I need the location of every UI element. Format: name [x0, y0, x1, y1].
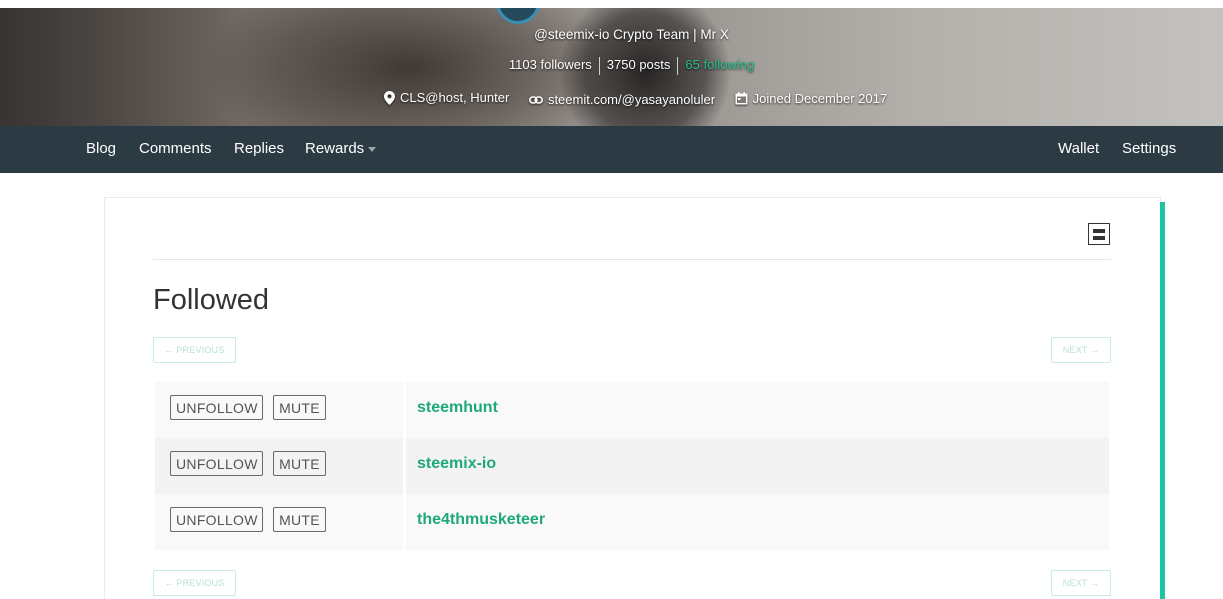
followers-count[interactable]: 1103 followers: [502, 57, 599, 72]
following-link[interactable]: 65 following: [678, 57, 761, 72]
nav-rewards[interactable]: Rewards: [305, 140, 377, 157]
link-icon: [528, 95, 543, 104]
joined-text: Joined December 2017: [752, 90, 888, 106]
list-item: UNFOLLOW MUTE steemix-io: [155, 438, 1109, 494]
page-title: Followed: [153, 284, 270, 316]
unfollow-button[interactable]: UNFOLLOW: [170, 395, 263, 420]
nav-replies[interactable]: Replies: [234, 140, 284, 157]
profile-meta: CLS@host, Hunter steemit.com/@yasayanolu…: [384, 90, 903, 108]
mute-button[interactable]: MUTE: [273, 395, 326, 420]
calendar-icon: [735, 91, 748, 104]
nav-settings[interactable]: Settings: [1122, 140, 1176, 157]
location-pin-icon: [384, 90, 395, 105]
next-button-bottom[interactable]: NEXT →: [1051, 570, 1111, 596]
nav-rewards-label: Rewards: [305, 140, 365, 157]
profile-tagline: @steemix-io Crypto Team | Mr X: [534, 27, 729, 42]
unfollow-button[interactable]: UNFOLLOW: [170, 507, 263, 532]
followed-list: UNFOLLOW MUTE steemhunt UNFOLLOW MUTE st…: [155, 382, 1109, 550]
previous-button-bottom[interactable]: ← PREVIOUS: [153, 570, 236, 596]
nav-wallet[interactable]: Wallet: [1058, 140, 1099, 157]
location-item: CLS@host, Hunter: [384, 90, 509, 105]
website-item[interactable]: steemit.com/@yasayanoluler: [528, 92, 715, 107]
location-text: CLS@host, Hunter: [400, 90, 510, 105]
list-item: UNFOLLOW MUTE steemhunt: [155, 382, 1109, 438]
joined-item: Joined December 2017: [735, 91, 887, 106]
profile-banner: @steemix-io Crypto Team | Mr X 1103 foll…: [0, 8, 1223, 126]
nav-comments[interactable]: Comments: [139, 140, 212, 157]
nav-blog[interactable]: Blog: [86, 140, 116, 157]
divider: [153, 259, 1111, 260]
unfollow-button[interactable]: UNFOLLOW: [170, 451, 263, 476]
mute-button[interactable]: MUTE: [273, 451, 326, 476]
previous-button-top[interactable]: ← PREVIOUS: [153, 337, 236, 363]
website-link[interactable]: steemit.com/@yasayanoluler: [548, 92, 715, 107]
layout-toggle-icon[interactable]: [1088, 223, 1110, 245]
posts-count: 3750 posts: [606, 57, 671, 73]
chevron-down-icon: [368, 146, 377, 152]
username-link[interactable]: steemix-io: [417, 455, 496, 473]
username-link[interactable]: the4thmusketeer: [417, 511, 545, 529]
mute-button[interactable]: MUTE: [273, 507, 326, 532]
profile-stats: 1103 followers 3750 posts 65 following: [0, 57, 1223, 75]
profile-nav: Blog Comments Replies Rewards Wallet Set…: [0, 126, 1223, 173]
page: @steemix-io Crypto Team | Mr X 1103 foll…: [0, 0, 1223, 599]
accent-bar: [1160, 202, 1165, 599]
username-link[interactable]: steemhunt: [417, 399, 498, 417]
next-button-top[interactable]: NEXT →: [1051, 337, 1111, 363]
list-item: UNFOLLOW MUTE the4thmusketeer: [155, 494, 1109, 550]
